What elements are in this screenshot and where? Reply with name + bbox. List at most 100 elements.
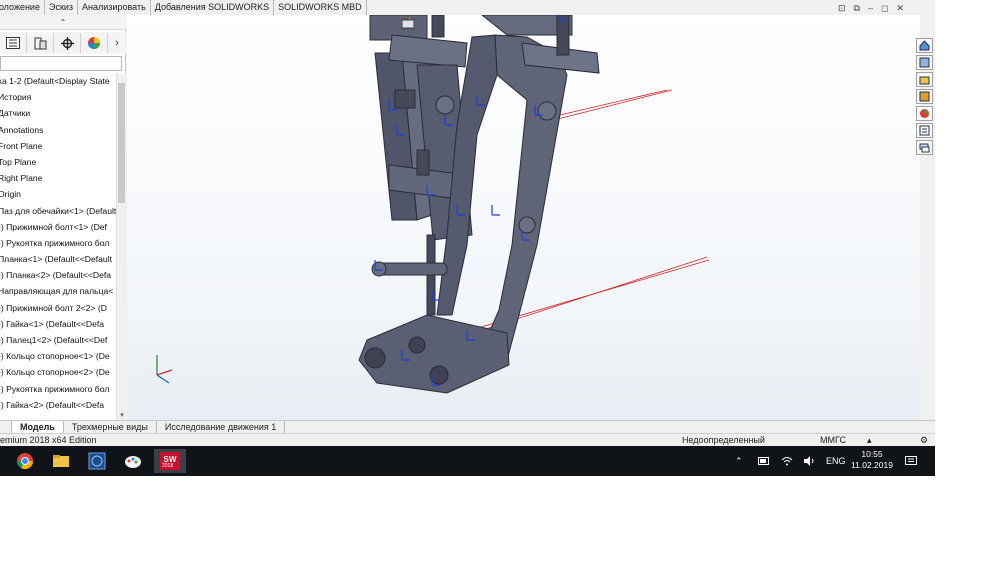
- battery-icon[interactable]: [758, 446, 770, 476]
- bolt: [394, 89, 416, 109]
- tab-sketch[interactable]: Эскиз: [45, 0, 79, 15]
- tab-evaluate[interactable]: Анализировать: [78, 0, 151, 15]
- taskbar: SW 2018 ⌃ ENG 10:55 11.02.2019: [0, 446, 935, 476]
- tree-item[interactable]: Паз для обечайки<1> (Default: [0, 203, 116, 219]
- notifications-icon[interactable]: [905, 446, 917, 476]
- tree-item[interactable]: Top Plane: [0, 154, 116, 170]
- bolt-head: [537, 101, 557, 121]
- design-library-icon[interactable]: [916, 55, 933, 70]
- section-view-icon[interactable]: [402, 18, 469, 32]
- tree-filter-input[interactable]: [0, 56, 122, 71]
- forum-icon[interactable]: [916, 140, 933, 155]
- tree-item[interactable]: Front Plane: [0, 138, 116, 154]
- view-orientation-icon[interactable]: [401, 17, 487, 32]
- tree-item[interactable]: История: [0, 89, 116, 105]
- panel-tabs-more-button[interactable]: ›: [108, 33, 126, 53]
- clock-date: 11.02.2019: [851, 460, 893, 470]
- hide-show-items-icon[interactable]: [402, 18, 523, 32]
- view-settings-icon[interactable]: [401, 18, 577, 32]
- feature-manager-panel: ⌃ › ка 1-2 (Default<Display State Истори…: [0, 15, 126, 420]
- units-selector[interactable]: ММГС: [820, 434, 846, 446]
- pin-hole: [408, 336, 426, 354]
- tree-item[interactable]: -) Прижимной болт 2<2> (D: [0, 300, 116, 316]
- home-icon[interactable]: [916, 38, 933, 53]
- close-icon[interactable]: ✕: [896, 3, 904, 14]
- task-pane: [916, 38, 935, 160]
- panel-collapse-button[interactable]: ⌃: [0, 15, 126, 30]
- restore-icon[interactable]: ⊡: [838, 3, 846, 14]
- paint-icon[interactable]: [118, 449, 148, 473]
- definition-status: Недоопределенный: [682, 435, 765, 445]
- app-cube-icon[interactable]: [82, 449, 112, 473]
- bolt-head: [371, 261, 387, 277]
- pin-hole: [364, 347, 386, 369]
- command-manager-tabs: положение Эскиз Анализировать Добавления…: [0, 0, 367, 15]
- sketch-ray: [446, 259, 710, 338]
- tree-item[interactable]: Направляющая для пальца<: [0, 283, 116, 299]
- solidworks-icon[interactable]: SW 2018: [154, 449, 186, 473]
- zoom-area-icon[interactable]: [402, 18, 433, 32]
- units-arrow-icon[interactable]: ▴: [867, 434, 872, 446]
- language-indicator[interactable]: ENG: [826, 446, 846, 476]
- graphics-area[interactable]: [127, 15, 920, 420]
- scroll-down-icon[interactable]: ▾: [118, 411, 126, 420]
- axis-triad: [156, 355, 173, 384]
- tree-item[interactable]: -) Планка<2> (Default<<Defa: [0, 267, 116, 283]
- status-settings-icon[interactable]: ⚙: [920, 434, 928, 446]
- tree-item[interactable]: -) Рукоятка прижимного бол: [0, 235, 116, 251]
- feature-manager-icon[interactable]: [0, 33, 27, 53]
- tab-layout[interactable]: положение: [0, 0, 45, 15]
- panel-tabs: ›: [0, 32, 126, 54]
- edit-appearance-icon[interactable]: [402, 18, 541, 32]
- file-explorer-icon[interactable]: [916, 72, 933, 87]
- tree-item[interactable]: -) Кольцо стопорное<1> (De: [0, 348, 116, 364]
- tree-item[interactable]: Right Plane: [0, 170, 116, 186]
- solidworks-version-badge: 2018: [162, 463, 174, 469]
- minimize-icon[interactable]: –: [868, 3, 873, 14]
- tree-item[interactable]: -) Прижимной болт<1> (Def: [0, 219, 116, 235]
- tree-item[interactable]: -) Палец1<2> (Default<<Def: [0, 332, 116, 348]
- tree-item[interactable]: -) Кольцо стопорное<2> (De: [0, 364, 116, 380]
- tree-item[interactable]: Annotations: [0, 122, 116, 138]
- bolt-head: [435, 95, 455, 115]
- assembly-model[interactable]: [127, 15, 920, 420]
- wifi-icon[interactable]: [781, 446, 793, 476]
- tree-item[interactable]: Планка<1> (Default<<Default: [0, 251, 116, 267]
- nut: [429, 365, 449, 385]
- custom-properties-icon[interactable]: [916, 123, 933, 138]
- maximize-icon[interactable]: ◻: [881, 3, 888, 14]
- heads-up-toolbar: [401, 17, 577, 33]
- tree-item[interactable]: -) Гайка<2> (Default<<Defa: [0, 397, 116, 413]
- bolt: [416, 149, 430, 176]
- sketch-ray: [546, 89, 668, 119]
- model-tabs: Модель Трехмерные виды Исследование движ…: [0, 420, 935, 434]
- clock-time: 10:55: [861, 449, 883, 459]
- tab-solidworks-addins[interactable]: Добавления SOLIDWORKS: [151, 0, 275, 15]
- apply-scene-icon[interactable]: [402, 18, 559, 32]
- handle-bar: [376, 262, 448, 276]
- feature-tree: ка 1-2 (Default<Display State История Да…: [0, 73, 116, 418]
- property-manager-icon[interactable]: [27, 33, 54, 53]
- tray-overflow-icon[interactable]: ⌃: [735, 446, 743, 476]
- system-clock[interactable]: 10:55 11.02.2019: [847, 449, 897, 471]
- previous-view-icon[interactable]: [404, 18, 451, 32]
- tree-scrollbar[interactable]: ▾: [116, 73, 126, 420]
- appearances-icon[interactable]: [916, 106, 933, 121]
- configuration-manager-icon[interactable]: [54, 33, 81, 53]
- solidworks-window: положение Эскиз Анализировать Добавления…: [0, 0, 935, 476]
- view-palette-icon[interactable]: [916, 89, 933, 104]
- tree-item[interactable]: ка 1-2 (Default<Display State: [0, 73, 116, 89]
- tree-item[interactable]: -) Рукоятка прижимного бол: [0, 381, 116, 397]
- file-explorer-icon[interactable]: [46, 449, 76, 473]
- display-style-icon[interactable]: [402, 18, 505, 32]
- tab-scroll-icon[interactable]: [0, 421, 12, 433]
- tree-item[interactable]: Origin: [0, 186, 116, 202]
- volume-icon[interactable]: [803, 446, 815, 476]
- tree-item[interactable]: Датчики: [0, 105, 116, 121]
- tree-item[interactable]: -) Гайка<1> (Default<<Defa: [0, 316, 116, 332]
- tree-scrollbar-thumb[interactable]: [118, 83, 125, 203]
- display-manager-icon[interactable]: [81, 33, 108, 53]
- tile-icon[interactable]: ⧉: [854, 3, 860, 14]
- chrome-icon[interactable]: [10, 449, 40, 473]
- tab-solidworks-mbd[interactable]: SOLIDWORKS MBD: [274, 0, 367, 15]
